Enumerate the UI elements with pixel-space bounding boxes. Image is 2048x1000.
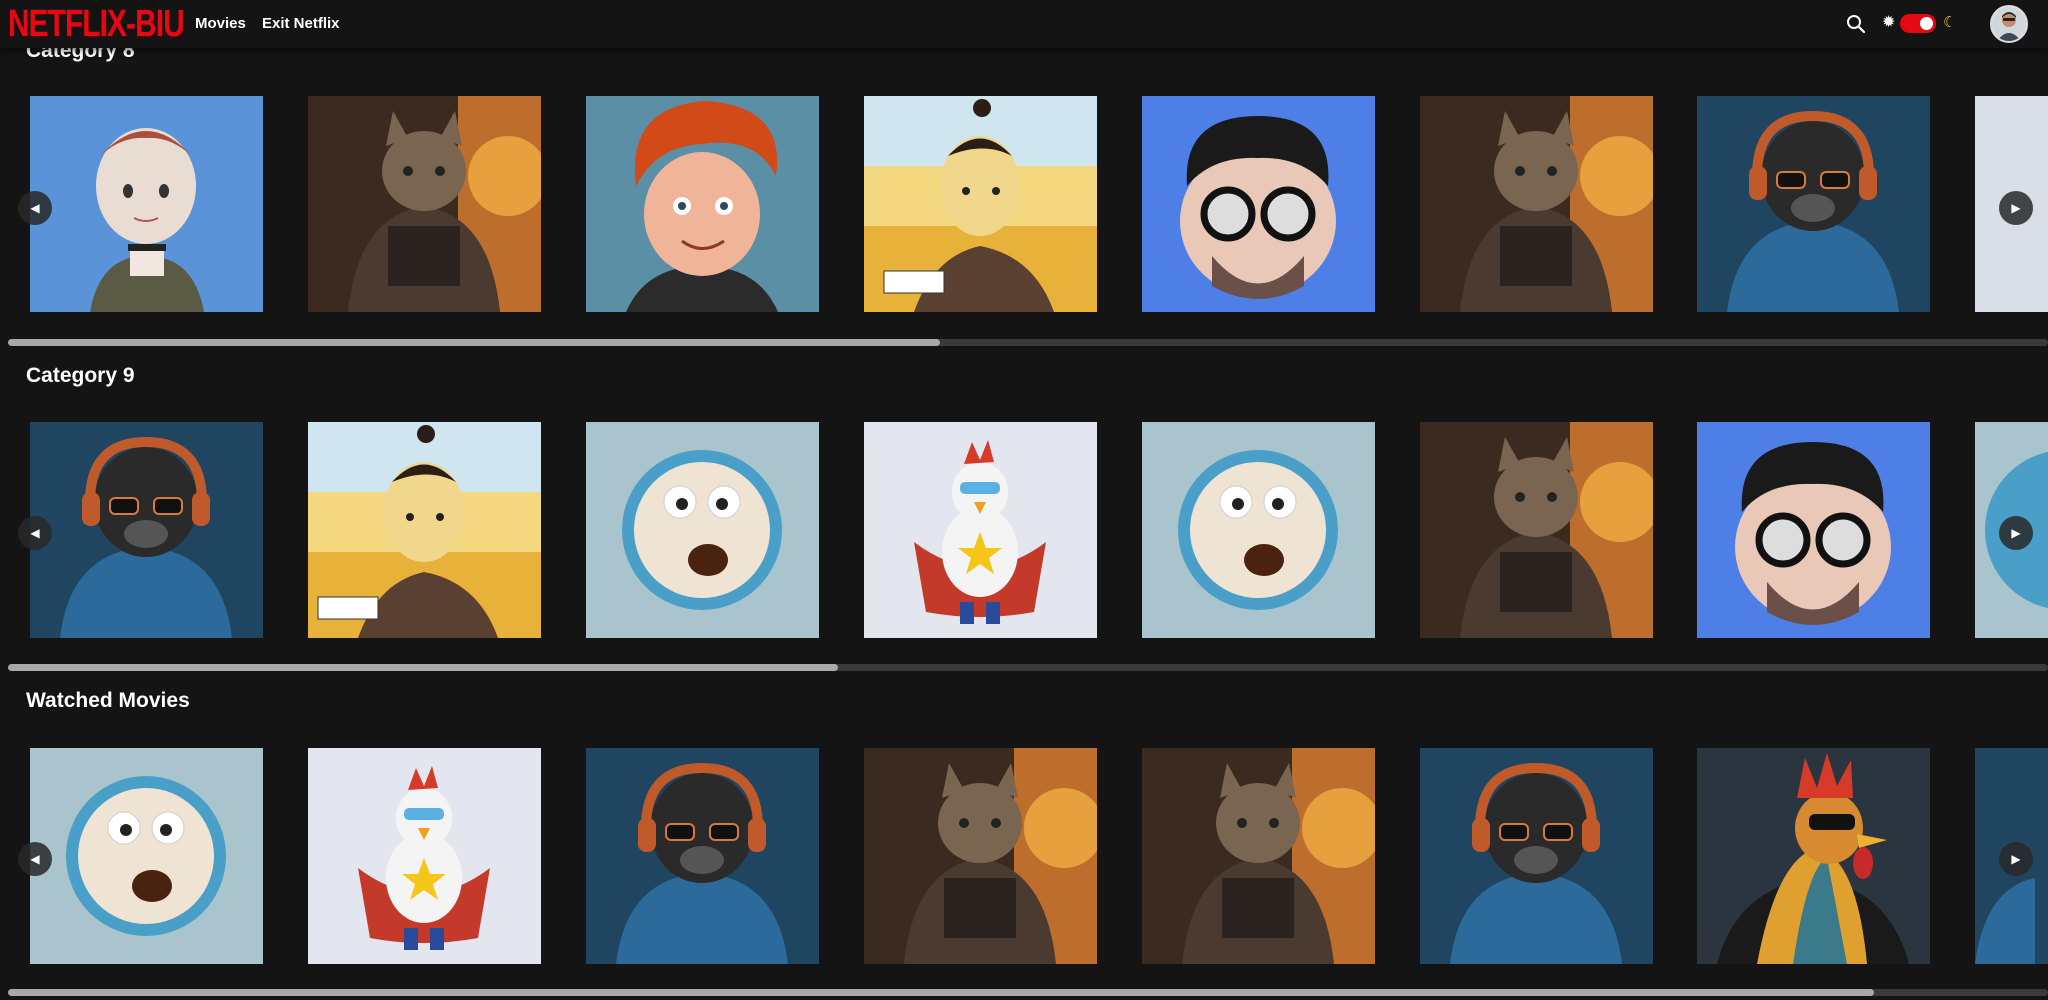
row-track [0,748,2048,964]
search-icon[interactable] [1846,14,1866,34]
user-avatar[interactable] [1990,5,2028,43]
theme-toggle[interactable] [1900,14,1936,33]
sun-icon: ✹ [1882,14,1896,31]
movie-card[interactable] [30,422,263,638]
movie-card[interactable] [1142,748,1375,964]
movie-card[interactable] [30,96,263,312]
movie-card[interactable] [864,96,1097,312]
scroll-left-button[interactable]: ◀ [18,516,52,550]
movie-card[interactable] [308,96,541,312]
scroll-left-button[interactable]: ◀ [18,191,52,225]
row-scrollbar[interactable] [8,339,2048,346]
movie-card[interactable] [1697,96,1930,312]
row-title: Watched Movies [26,689,190,712]
row-scrollbar[interactable] [8,989,2048,996]
row-title: Category 9 [26,364,135,387]
scrollbar-thumb[interactable] [8,989,1874,996]
movie-card[interactable] [1142,422,1375,638]
row-track [0,96,2048,312]
toggle-knob [1920,17,1933,30]
movie-card[interactable] [1697,422,1930,638]
scroll-right-button[interactable]: ▶ [1999,516,2033,550]
movie-card[interactable] [308,748,541,964]
moon-icon: ☾ [1943,14,1957,31]
movie-card[interactable] [864,748,1097,964]
movie-card[interactable] [864,422,1097,638]
site-logo[interactable]: NETFLIX-BIU [8,2,185,46]
movie-card[interactable] [1420,422,1653,638]
scroll-left-button[interactable]: ◀ [18,842,52,876]
movie-card[interactable] [308,422,541,638]
movie-card[interactable] [586,422,819,638]
movie-card[interactable] [1697,748,1930,964]
nav-link-movies[interactable]: Movies [195,15,246,32]
movie-card[interactable] [586,748,819,964]
scrollbar-thumb[interactable] [8,664,838,671]
movie-card[interactable] [1420,748,1653,964]
top-navbar: NETFLIX-BIU Movies Exit Netflix ✹ ☾ [0,0,2048,48]
row-scrollbar[interactable] [8,664,2048,671]
scroll-right-button[interactable]: ▶ [1999,842,2033,876]
movie-card[interactable] [30,748,263,964]
scroll-right-button[interactable]: ▶ [1999,191,2033,225]
movie-card[interactable] [586,96,819,312]
movie-card[interactable] [1142,96,1375,312]
scrollbar-thumb[interactable] [8,339,940,346]
nav-link-exit-netflix[interactable]: Exit Netflix [262,15,340,32]
row-track [0,422,2048,638]
movie-card[interactable] [1420,96,1653,312]
